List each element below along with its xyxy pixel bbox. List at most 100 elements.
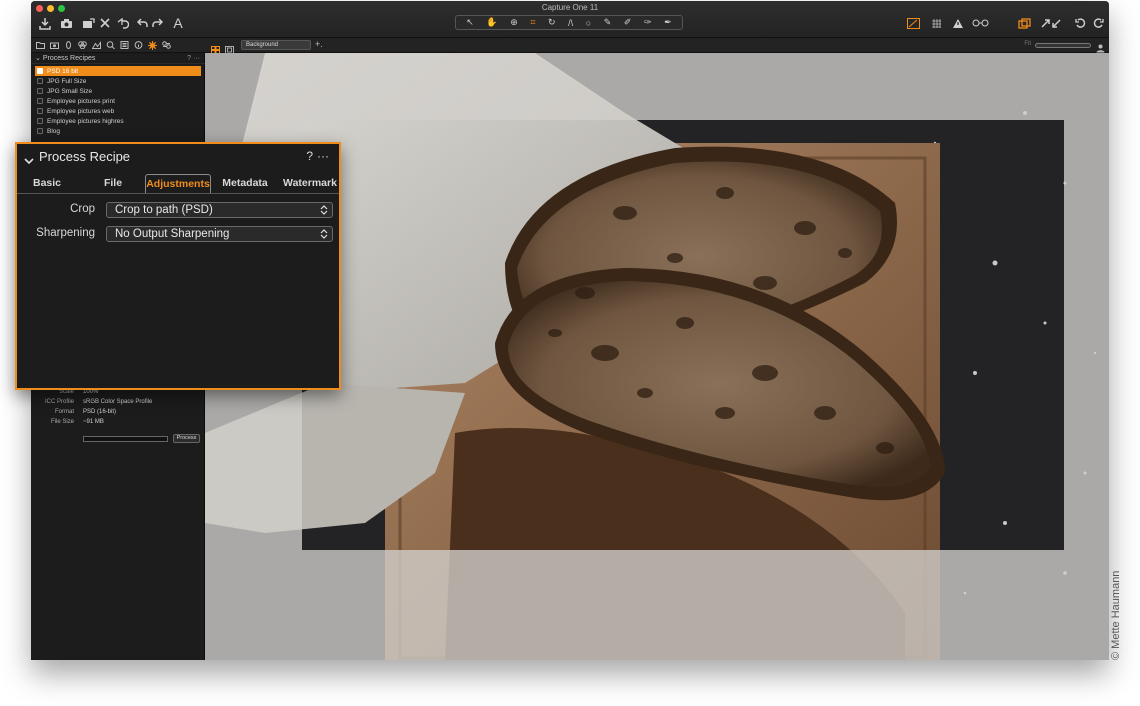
undo-icon[interactable] bbox=[136, 15, 148, 31]
process-recipe-callout: Process Recipe ? ··· Basic File Adjustment… bbox=[15, 142, 341, 390]
local-adjust-tab-icon[interactable] bbox=[120, 41, 129, 50]
summary-value: PSD (16-bit) bbox=[83, 409, 117, 415]
title-bar: Capture One 11 A ↖ ✋ ⊕ ⌗ ↻ /\ ○ ✎ ✐ ✑ ✒ bbox=[31, 1, 1109, 38]
process-progress-bar bbox=[83, 436, 168, 442]
export-icon[interactable] bbox=[81, 15, 95, 31]
zoom-slider[interactable] bbox=[1035, 43, 1091, 48]
recipe-checkbox[interactable] bbox=[37, 68, 43, 74]
copy-icon[interactable] bbox=[1017, 15, 1031, 31]
crop-icon[interactable]: ⌗ bbox=[530, 17, 535, 28]
stepper-arrows-icon bbox=[320, 229, 328, 243]
camera-icon[interactable] bbox=[59, 15, 73, 31]
summary-row: Scale 100% bbox=[31, 389, 205, 399]
delete-icon[interactable] bbox=[99, 15, 111, 31]
eraser-icon[interactable]: ✐ bbox=[624, 17, 632, 28]
cursor-tools: ↖ ✋ ⊕ ⌗ ↻ /\ ○ ✎ ✐ ✑ ✒ bbox=[455, 15, 683, 30]
lens-tab-icon[interactable] bbox=[64, 41, 73, 50]
recipe-item[interactable]: JPG Full Size bbox=[35, 76, 201, 86]
undo-history-icon[interactable] bbox=[116, 15, 130, 31]
tab-watermark[interactable]: Watermark bbox=[280, 174, 340, 193]
color-tab-icon[interactable] bbox=[78, 41, 87, 50]
refresh-icon[interactable] bbox=[1091, 15, 1105, 31]
recipe-tabs: Basic File Adjustments Metadata Watermark bbox=[17, 174, 339, 194]
more-icon[interactable]: ··· bbox=[193, 55, 200, 62]
pan-icon[interactable]: ✋ bbox=[486, 17, 497, 28]
recipe-label: Employee pictures web bbox=[47, 107, 115, 115]
picker-icon[interactable]: ✑ bbox=[644, 17, 652, 28]
sharpening-select[interactable]: No Output Sharpening bbox=[106, 226, 333, 242]
process-button[interactable]: Process bbox=[173, 434, 200, 443]
rotate-icon[interactable]: ↻ bbox=[548, 17, 556, 28]
panel-title: Process Recipes bbox=[42, 55, 96, 62]
recipe-item[interactable]: JPG Small Size bbox=[35, 86, 201, 96]
brush-icon[interactable]: ✎ bbox=[604, 17, 612, 28]
summary-row: Format PSD (16-bit) bbox=[31, 409, 205, 419]
recipe-checkbox[interactable] bbox=[37, 98, 43, 104]
recipe-label: Employee pictures print bbox=[47, 97, 115, 105]
keystone-icon[interactable]: /\ bbox=[568, 18, 573, 28]
tab-metadata[interactable]: Metadata bbox=[217, 174, 273, 193]
photo-credit: © Mette Haumann bbox=[1110, 570, 1122, 660]
recipe-label: Employee pictures highres bbox=[47, 117, 124, 125]
capture-tab-icon[interactable] bbox=[50, 41, 59, 50]
stepper-arrows-icon bbox=[320, 205, 328, 219]
tab-divider bbox=[17, 193, 339, 194]
tab-file[interactable]: File bbox=[97, 174, 129, 193]
batch-tab-icon[interactable] bbox=[162, 41, 171, 50]
redo-icon[interactable] bbox=[151, 15, 163, 31]
summary-row: ICC Profile sRGB Color Space Profile bbox=[31, 399, 205, 409]
recipe-checkbox[interactable] bbox=[37, 78, 43, 84]
import-icon[interactable] bbox=[38, 15, 52, 31]
add-variant-icon[interactable]: +. bbox=[315, 39, 323, 49]
exposure-tab-icon[interactable] bbox=[92, 41, 101, 50]
recipe-checkbox[interactable] bbox=[37, 108, 43, 114]
select-cursor-icon[interactable]: ↖ bbox=[466, 17, 474, 28]
crop-label: Crop bbox=[70, 203, 95, 215]
help-icon[interactable]: ? bbox=[187, 55, 191, 62]
summary-key: ICC Profile bbox=[44, 399, 74, 405]
apply-icon[interactable] bbox=[1039, 15, 1063, 31]
background-select[interactable]: Background bbox=[241, 40, 311, 50]
tab-basic[interactable]: Basic bbox=[27, 174, 67, 193]
summary-key: Format bbox=[54, 409, 74, 415]
recipe-item[interactable]: Employee pictures web bbox=[35, 106, 201, 116]
recipe-checkbox[interactable] bbox=[37, 118, 43, 124]
recipe-item[interactable]: Blog bbox=[35, 126, 201, 136]
tab-adjustments[interactable]: Adjustments bbox=[145, 174, 211, 193]
recipe-item[interactable]: Employee pictures highres bbox=[35, 116, 201, 126]
recipe-checkbox[interactable] bbox=[37, 88, 43, 94]
chevron-down-icon[interactable] bbox=[24, 152, 34, 170]
tool-tabs bbox=[31, 38, 205, 53]
help-icon[interactable]: ? bbox=[306, 149, 313, 163]
process-recipes-header[interactable]: ⌄ Process Recipes ? ··· bbox=[31, 53, 205, 64]
glasses-icon[interactable] bbox=[971, 15, 989, 31]
annotate-icon[interactable]: ✒ bbox=[664, 17, 672, 28]
recipe-label: PSD 16 bit bbox=[47, 67, 79, 75]
viewer-toolbar: Background +. Fit bbox=[205, 38, 1109, 54]
recipe-item[interactable]: Employee pictures print bbox=[35, 96, 201, 106]
metadata-tab-icon[interactable] bbox=[134, 41, 143, 50]
warning-icon[interactable] bbox=[951, 15, 965, 31]
summary-value: ~91 MB bbox=[83, 419, 104, 425]
library-tab-icon[interactable] bbox=[36, 41, 45, 50]
output-tab-icon[interactable] bbox=[148, 40, 157, 50]
text-adjust-icon[interactable]: A bbox=[171, 15, 185, 31]
zoom-fit-label: Fit bbox=[1024, 41, 1031, 47]
recipe-label: JPG Small Size bbox=[47, 87, 93, 95]
reset-icon[interactable] bbox=[1073, 15, 1087, 31]
recipe-checkbox[interactable] bbox=[37, 128, 43, 134]
proof-icon[interactable] bbox=[906, 15, 920, 31]
zoom-icon[interactable]: ⊕ bbox=[510, 17, 518, 28]
summary-key: File Size bbox=[50, 419, 74, 425]
recipe-item[interactable]: PSD 16 bit bbox=[35, 66, 201, 76]
collapse-chevron-icon[interactable]: ⌄ bbox=[35, 55, 41, 62]
circle-mask-icon[interactable]: ○ bbox=[586, 18, 591, 28]
grid-icon[interactable] bbox=[929, 15, 943, 31]
sharpening-label: Sharpening bbox=[36, 227, 95, 239]
recipe-list: PSD 16 bit JPG Full Size JPG Small Size Emp… bbox=[35, 66, 201, 136]
recipe-label: Blog bbox=[47, 127, 61, 135]
callout-header[interactable]: Process Recipe ? ··· bbox=[17, 144, 339, 169]
details-tab-icon[interactable] bbox=[106, 41, 115, 50]
more-options-icon[interactable]: ··· bbox=[317, 149, 329, 163]
crop-select[interactable]: Crop to path (PSD) bbox=[106, 202, 333, 218]
